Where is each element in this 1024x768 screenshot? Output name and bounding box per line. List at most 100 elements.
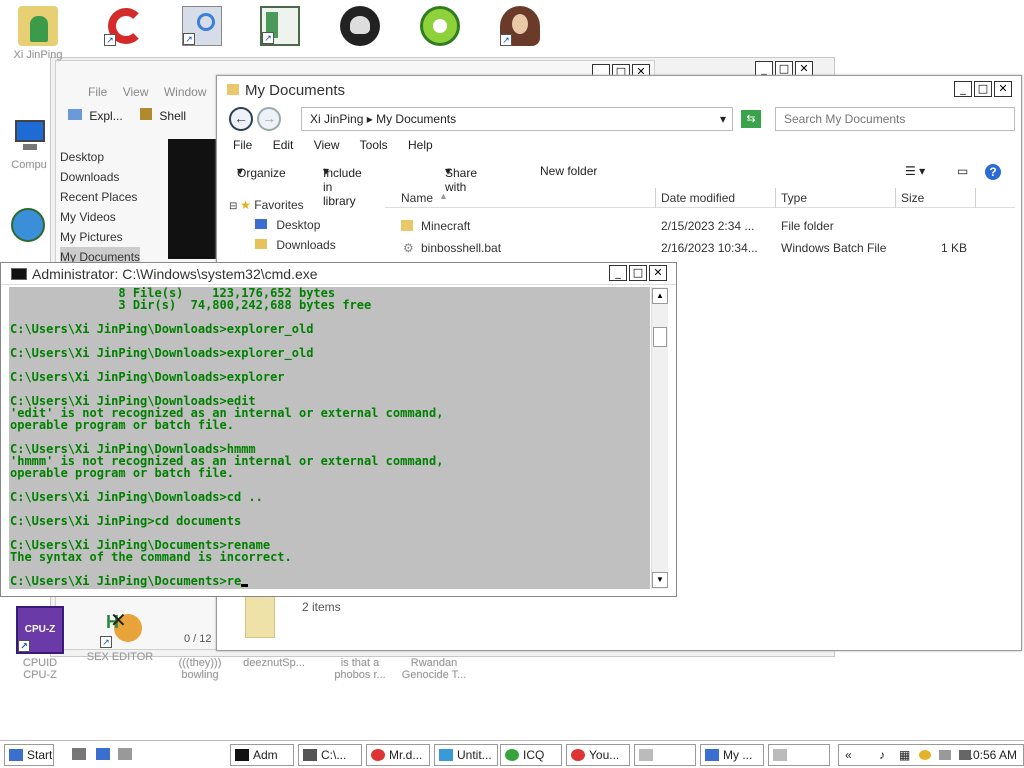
favorites-group[interactable]: ⊟ ★ Favorites — [229, 198, 336, 218]
scroll-up-icon[interactable]: ▲ — [652, 288, 668, 304]
search-input[interactable] — [775, 107, 1015, 131]
scroll-thumb[interactable] — [653, 327, 667, 347]
desktop-icon-skull[interactable] — [324, 6, 396, 49]
desktop-icon-shortcut[interactable]: (((they))) bowling — [164, 614, 236, 681]
desktop-icon-shortcut[interactable]: deeznutSp... — [238, 614, 310, 669]
nav-item-downloads[interactable]: Downloads — [60, 167, 140, 187]
quicklaunch-icon[interactable] — [96, 748, 110, 760]
computer-icon — [9, 116, 49, 156]
desktop-icon-shortcut[interactable]: is that a phobos r... — [324, 614, 396, 681]
nav-item-downloads[interactable]: Downloads — [229, 238, 336, 258]
minimize-button[interactable]: _ — [954, 81, 972, 97]
close-button[interactable]: ✕ — [649, 265, 667, 281]
maximize-button[interactable]: □ — [629, 265, 647, 281]
taskbar-button-my-documents[interactable]: My ... — [700, 744, 764, 766]
menu-view[interactable]: View — [314, 138, 340, 152]
help-icon[interactable]: ? — [985, 164, 1001, 180]
explorer-button[interactable]: Expl... — [89, 109, 122, 123]
desktop-icon-lime[interactable] — [404, 6, 476, 49]
cmd-titlebar[interactable]: Administrator: C:\Windows\system32\cmd.e… — [1, 263, 676, 285]
column-name[interactable]: Name — [401, 191, 433, 205]
file-name: binbosshell.bat — [421, 241, 502, 255]
taskbar-button-window2[interactable] — [768, 744, 830, 766]
tray-expand-icon[interactable]: « — [845, 748, 852, 762]
share-with-button[interactable]: Share with ▾ — [445, 164, 477, 194]
console-output[interactable]: 8 File(s) 123,176,652 bytes 3 Dir(s) 74,… — [9, 287, 650, 589]
network-status-icon[interactable]: ▦ — [899, 748, 910, 762]
chevron-down-icon[interactable]: ▾ — [720, 112, 726, 126]
nav-item-recent-places[interactable]: Recent Places — [60, 187, 140, 207]
desktop-icon-label: is that a phobos r... — [334, 657, 386, 681]
scroll-down-icon[interactable]: ▼ — [652, 572, 668, 588]
new-folder-button[interactable]: New folder — [540, 164, 597, 178]
maximize-button[interactable]: □ — [974, 81, 992, 97]
organize-button[interactable]: Organize ▾ — [237, 164, 286, 180]
show-desktop-icon[interactable] — [72, 748, 86, 760]
menu-file[interactable]: File — [88, 85, 107, 99]
start-button[interactable]: Start — [4, 744, 54, 766]
menu-edit[interactable]: Edit — [273, 138, 294, 152]
back-arrow-icon[interactable]: ← — [229, 107, 253, 131]
menu-tools[interactable]: Tools — [360, 138, 388, 152]
taskbar-button-cmd[interactable]: Adm — [230, 744, 294, 766]
desktop-icon-computer-search[interactable]: ↗ — [166, 6, 238, 49]
folder-icon — [401, 220, 413, 231]
file-row[interactable]: ⚙ binbosshell.bat 2/16/2023 10:34... Win… — [385, 238, 1015, 258]
nav-item-desktop[interactable]: Desktop — [229, 218, 336, 238]
preview-pane-icon[interactable]: ▭ — [957, 164, 968, 178]
window-title: My Documents — [245, 82, 346, 99]
desktop-icon-ccleaner[interactable]: ↗ — [88, 6, 160, 49]
taskbar-button-icq[interactable]: ICQ — [500, 744, 562, 766]
taskbar-button-youtube[interactable]: You... — [566, 744, 630, 766]
breadcrumb-my-documents[interactable]: My Documents — [376, 112, 456, 126]
taskbar-button-paint[interactable]: Untit... — [434, 744, 498, 766]
desktop-icon-shortcut[interactable]: Rwandan Genocide T... — [398, 614, 470, 681]
tray-icon[interactable] — [919, 750, 931, 760]
nav-item-my-pictures[interactable]: My Pictures — [60, 227, 140, 247]
minimize-button[interactable]: _ — [609, 265, 627, 281]
desktop-icon-user[interactable]: Xi JinPing — [2, 6, 74, 61]
volume-icon[interactable]: ♪ — [879, 748, 885, 762]
menu-view[interactable]: View — [123, 85, 149, 99]
tray-icon[interactable] — [959, 750, 971, 760]
file-row[interactable]: Minecraft 2/15/2023 2:34 ... File folder — [385, 216, 1015, 236]
close-button[interactable]: ✕ — [994, 81, 1012, 97]
nav-item-desktop[interactable]: Desktop — [60, 147, 140, 167]
column-size[interactable]: Size — [901, 191, 924, 205]
explorer-titlebar[interactable]: My Documents _ □ ✕ — [217, 76, 1021, 104]
taskbar-button-chrome[interactable]: Mr.d... — [366, 744, 430, 766]
breadcrumb[interactable]: Xi JinPing ▸ My Documents ▾ — [301, 107, 733, 131]
file-name: Minecraft — [421, 219, 471, 233]
clock[interactable]: 10:56 AM — [966, 748, 1017, 762]
vertical-scrollbar[interactable]: ▲ ▼ — [651, 287, 668, 589]
menu-window[interactable]: Window — [164, 85, 207, 99]
desktop-icon-network[interactable] — [0, 206, 58, 249]
desktop-icon-label: deeznutSp... — [243, 657, 305, 669]
tray-icon[interactable] — [939, 750, 951, 760]
nav-item-my-videos[interactable]: My Videos — [60, 207, 140, 227]
desktop-icon-portrait[interactable]: ↗ — [484, 6, 556, 49]
desktop-icon-window-app[interactable]: ↗ — [244, 6, 316, 49]
cmd-window[interactable]: Administrator: C:\Windows\system32\cmd.e… — [0, 262, 677, 597]
menu-help[interactable]: Help — [408, 138, 433, 152]
menu-file[interactable]: File — [233, 138, 252, 152]
taskbar-button-window[interactable] — [634, 744, 696, 766]
column-date-modified[interactable]: Date modified — [661, 191, 735, 205]
nav-item-desktop-label: Desktop — [276, 218, 321, 232]
column-type[interactable]: Type — [781, 191, 807, 205]
collapse-icon[interactable]: ⊟ — [229, 201, 240, 212]
shell-menubar: File View Window — [66, 85, 207, 99]
view-options-icon[interactable]: ☰ ▾ — [905, 164, 925, 178]
shell-button[interactable]: Shell — [159, 109, 186, 123]
taskbar-button-label: ICQ — [523, 748, 545, 762]
quicklaunch-icon[interactable] — [118, 748, 132, 760]
refresh-icon[interactable]: ⇆ — [741, 110, 761, 128]
forward-arrow-icon[interactable]: → — [257, 107, 281, 131]
file-strip — [168, 139, 216, 259]
breadcrumb-user[interactable]: Xi JinPing — [310, 112, 363, 126]
desktop-icon-cpuz[interactable]: CPU-Z ↗ CPUID CPU-Z — [4, 606, 76, 681]
include-in-library-button[interactable]: Include in library ▾ — [323, 164, 362, 208]
folder-icon — [227, 84, 239, 95]
desktop-icon-computer[interactable]: Compu — [0, 116, 58, 171]
taskbar-button-cmd2[interactable]: C:\... — [298, 744, 362, 766]
